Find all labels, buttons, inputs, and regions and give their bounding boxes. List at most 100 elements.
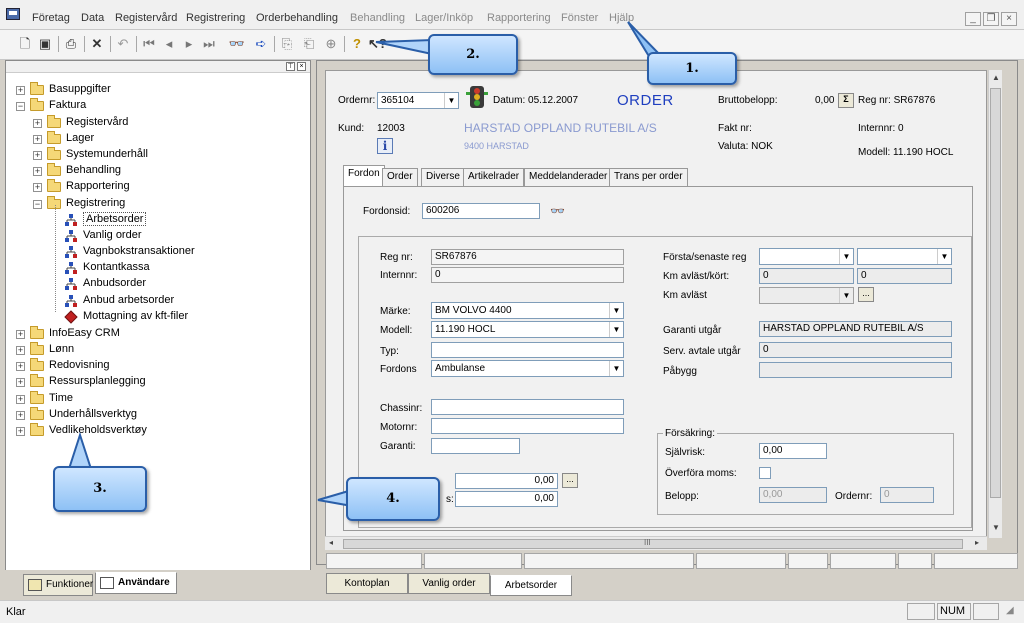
previous-record-icon[interactable]: ◂ xyxy=(160,35,178,53)
expand-icon[interactable]: + xyxy=(16,411,25,420)
km-avlast-select[interactable]: ▼ xyxy=(759,287,854,304)
expand-icon[interactable]: + xyxy=(16,427,25,436)
print-icon[interactable]: ⎙ xyxy=(62,35,80,53)
chassinr-label: Chassinr: xyxy=(380,403,423,414)
minimize-button[interactable]: _ xyxy=(965,12,981,26)
ordernr-select[interactable]: 365104 ▼ xyxy=(377,92,459,109)
menu-foretag[interactable]: Företag xyxy=(32,12,70,24)
close-panel-button[interactable]: × xyxy=(297,62,306,71)
folder-icon xyxy=(47,179,61,192)
chassinr-input[interactable] xyxy=(431,399,624,415)
expand-icon[interactable]: + xyxy=(33,167,42,176)
scroll-thumb[interactable]: III xyxy=(343,538,963,549)
next-record-icon[interactable]: ▸ xyxy=(180,35,198,53)
vertical-scrollbar[interactable]: ▲ ▼ xyxy=(988,70,1002,538)
window-tab-kontoplan[interactable]: Kontoplan xyxy=(326,573,408,594)
pin-panel-button[interactable]: ⊤ xyxy=(286,62,295,71)
menu-orderbehandling[interactable]: Orderbehandling xyxy=(256,12,338,24)
expand-icon[interactable]: + xyxy=(16,362,25,371)
tab-trans-per-order[interactable]: Trans per order xyxy=(609,168,688,186)
scroll-down-icon[interactable]: ▼ xyxy=(992,523,1000,532)
expand-icon[interactable]: + xyxy=(33,183,42,192)
expand-icon[interactable]: + xyxy=(16,378,25,387)
status-cell xyxy=(973,603,999,620)
sjalvrisk-input[interactable]: 0,00 xyxy=(759,443,827,459)
diamond-icon xyxy=(64,310,78,324)
fordonsid-input[interactable]: 600206 xyxy=(422,203,540,219)
context-help-icon[interactable]: ↖? xyxy=(368,35,387,53)
marke-select[interactable]: BM VOLVO 4400 ▼ xyxy=(431,302,624,319)
tab-anvandare[interactable]: Användare xyxy=(95,572,177,594)
last-record-icon[interactable]: ⏭ xyxy=(200,35,218,53)
menu-behandling[interactable]: Behandling xyxy=(350,12,405,24)
tab-artikelrader[interactable]: Artikelrader xyxy=(463,168,525,186)
amount-field-1[interactable]: 0,00 xyxy=(455,473,558,489)
menu-lager-inkop[interactable]: Lager/Inköp xyxy=(415,12,473,24)
menu-data[interactable]: Data xyxy=(81,12,104,24)
pabygg-field xyxy=(759,362,952,378)
motornr-input[interactable] xyxy=(431,418,624,434)
expand-icon[interactable]: + xyxy=(33,151,42,160)
pabygg-label: Påbygg xyxy=(663,366,697,377)
send-icon[interactable]: ➪ xyxy=(252,35,270,53)
undo-icon[interactable]: ↶ xyxy=(114,35,132,53)
tab-fordon[interactable]: Fordon xyxy=(343,165,385,187)
help-icon[interactable]: ? xyxy=(348,35,366,53)
window-tab-arbetsorder[interactable]: Arbetsorder xyxy=(490,575,572,596)
scroll-up-icon[interactable]: ▲ xyxy=(992,73,1000,82)
info-icon[interactable]: i xyxy=(377,138,393,154)
menu-fonster[interactable]: Fönster xyxy=(561,12,598,24)
marke-value: BM VOLVO 4400 xyxy=(435,305,512,316)
menu-registervard[interactable]: Registervård xyxy=(115,12,177,24)
fordonstyp-select[interactable]: Ambulanse ▼ xyxy=(431,360,624,377)
menu-rapportering[interactable]: Rapportering xyxy=(487,12,551,24)
customer-address: 9400 HARSTAD xyxy=(464,141,529,151)
amount-field-2[interactable]: 0,00 xyxy=(455,491,558,507)
forsta-reg-select[interactable]: ▼ xyxy=(759,248,854,265)
copy-icon[interactable]: ⎘ xyxy=(278,35,296,53)
modell-select[interactable]: 11.190 HOCL ▼ xyxy=(431,321,624,338)
app-icon[interactable] xyxy=(6,8,20,20)
scroll-right-icon[interactable]: ▸ xyxy=(975,538,979,547)
amount-lookup-button[interactable]: ... xyxy=(562,473,578,488)
attach-icon[interactable]: ⊕ xyxy=(322,35,340,53)
menu-hjalp[interactable]: Hjälp xyxy=(609,12,634,24)
first-record-icon[interactable]: ⏮ xyxy=(140,35,158,53)
binoculars-search-icon[interactable]: 👓 xyxy=(550,204,565,218)
paste-icon[interactable]: ⎗ xyxy=(300,35,318,53)
horizontal-scrollbar[interactable]: ◂ III ▸ xyxy=(325,536,987,550)
garanti-input[interactable] xyxy=(431,438,520,454)
binoculars-icon[interactable]: 👓 xyxy=(228,35,246,53)
new-document-icon[interactable]: 🗋 xyxy=(16,35,34,53)
form-status-cell xyxy=(424,553,522,569)
menu-registrering[interactable]: Registrering xyxy=(186,12,245,24)
expand-icon[interactable]: + xyxy=(16,395,25,404)
restore-button[interactable]: ❐ xyxy=(983,12,999,26)
window-tab-vanlig-order[interactable]: Vanlig order xyxy=(408,573,490,594)
scroll-thumb[interactable] xyxy=(990,88,1001,498)
scroll-left-icon[interactable]: ◂ xyxy=(329,538,333,547)
expand-icon[interactable]: + xyxy=(33,135,42,144)
tab-order[interactable]: Order xyxy=(382,168,418,186)
toolbar-separator xyxy=(344,36,345,52)
expand-icon[interactable]: + xyxy=(16,330,25,339)
save-icon[interactable]: ▣ xyxy=(36,35,54,53)
collapse-icon[interactable]: − xyxy=(33,200,42,209)
tab-diverse[interactable]: Diverse xyxy=(421,168,465,186)
senaste-reg-select[interactable]: ▼ xyxy=(857,248,952,265)
tab-meddelanderader[interactable]: Meddelanderader xyxy=(524,168,613,186)
close-window-button[interactable]: × xyxy=(1001,12,1017,26)
expand-icon[interactable]: + xyxy=(16,346,25,355)
overfora-moms-checkbox[interactable] xyxy=(759,467,771,479)
fordons-label: Fordons xyxy=(380,364,417,375)
km-lookup-button[interactable]: ... xyxy=(858,287,874,302)
typ-input[interactable] xyxy=(431,342,624,358)
expand-icon[interactable]: + xyxy=(16,86,25,95)
collapse-icon[interactable]: − xyxy=(16,102,25,111)
expand-icon[interactable]: + xyxy=(33,119,42,128)
delete-icon[interactable]: ✕ xyxy=(88,35,106,53)
resize-grip-icon[interactable]: ◢ xyxy=(1006,605,1014,616)
forsta-senaste-reg-label: Första/senaste reg xyxy=(663,252,747,263)
tab-funktioner[interactable]: Funktioner xyxy=(23,574,93,596)
sum-button[interactable]: Σ xyxy=(838,93,854,108)
